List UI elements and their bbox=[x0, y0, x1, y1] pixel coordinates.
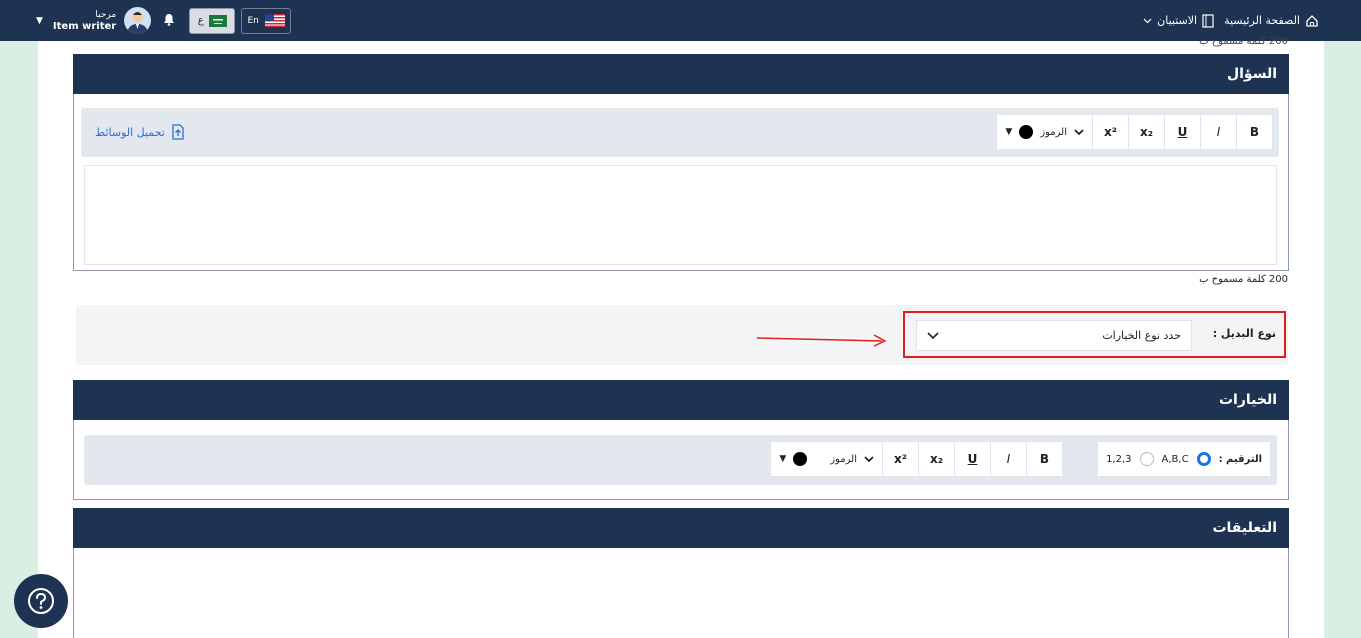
lang-ar-label: ع bbox=[197, 15, 204, 26]
color-symbols-group[interactable]: ▼ الرموز bbox=[997, 115, 1092, 149]
radio-abc[interactable] bbox=[1196, 452, 1211, 466]
superscript-button[interactable]: x² bbox=[1092, 115, 1128, 149]
lang-en-label: En bbox=[247, 15, 259, 26]
highlight-box: نوع البديل : حدد نوع الخيارات bbox=[903, 311, 1286, 358]
nav-survey[interactable]: الاستبيان bbox=[1143, 13, 1214, 28]
file-upload-icon bbox=[172, 124, 184, 140]
nav-home-label: الصفحة الرئيسية bbox=[1224, 14, 1300, 27]
user-greeting[interactable]: مرحبا Item writer bbox=[53, 10, 116, 32]
alternative-type-select[interactable]: حدد نوع الخيارات bbox=[916, 320, 1192, 351]
language-english-button[interactable]: En bbox=[241, 7, 292, 34]
comments-header: التعليقات bbox=[73, 508, 1289, 548]
language-arabic-button[interactable]: ع bbox=[189, 7, 236, 34]
avatar-icon bbox=[127, 11, 149, 34]
page-content: 200 كلمة مسموح ب السؤال B I U x₂ x² ▼ ال… bbox=[38, 36, 1324, 638]
subscript-button[interactable]: x₂ bbox=[918, 442, 954, 476]
choices-toolbar: الترقيم : A,B,C 1,2,3 B I U x₂ x² ▼ الرم… bbox=[84, 435, 1277, 485]
annotation-arrow-icon bbox=[756, 334, 887, 347]
symbols-label: الرموز bbox=[1040, 126, 1067, 138]
chevron-down-icon bbox=[927, 331, 939, 339]
user-menu-caret-icon[interactable]: ▼ bbox=[36, 16, 43, 26]
italic-button[interactable]: I bbox=[990, 442, 1026, 476]
comments-title: التعليقات bbox=[1212, 520, 1277, 536]
color-symbols-group[interactable]: ▼ الرموز bbox=[771, 442, 882, 476]
top-nav-bar: ▼ مرحبا Item writer ع En الصفحة الرئيسية… bbox=[0, 0, 1361, 41]
option-abc-label: A,B,C bbox=[1161, 453, 1189, 465]
color-caret-icon[interactable]: ▼ bbox=[779, 454, 786, 464]
chevron-down-icon[interactable] bbox=[1074, 128, 1084, 136]
numbering-label: الترقيم : bbox=[1218, 453, 1262, 465]
radio-123[interactable] bbox=[1139, 452, 1154, 466]
user-area: ▼ مرحبا Item writer ع En bbox=[36, 0, 292, 41]
upload-media-label: تحميل الوسائط bbox=[95, 125, 165, 139]
color-caret-icon[interactable]: ▼ bbox=[1005, 127, 1012, 137]
saudi-flag-icon bbox=[208, 14, 227, 27]
subscript-button[interactable]: x₂ bbox=[1128, 115, 1164, 149]
underline-button[interactable]: U bbox=[1164, 115, 1200, 149]
question-title: السؤال bbox=[1226, 66, 1277, 82]
bold-button[interactable]: B bbox=[1026, 442, 1062, 476]
bold-button[interactable]: B bbox=[1236, 115, 1272, 149]
underline-button[interactable]: U bbox=[954, 442, 990, 476]
chevron-down-icon[interactable] bbox=[864, 455, 874, 463]
choices-format-group: B I U x₂ x² ▼ الرموز bbox=[770, 441, 1063, 477]
username: Item writer bbox=[52, 20, 117, 32]
color-swatch-icon[interactable] bbox=[1019, 125, 1034, 139]
question-header: السؤال bbox=[73, 54, 1289, 94]
italic-button[interactable]: I bbox=[1200, 115, 1236, 149]
alternative-type-value: حدد نوع الخيارات bbox=[1102, 329, 1181, 342]
avatar[interactable] bbox=[124, 7, 152, 34]
book-icon bbox=[1202, 13, 1214, 28]
question-word-counter: 200 كلمة مسموح ب bbox=[1199, 274, 1288, 285]
breadcrumb: الصفحة الرئيسية الاستبيان bbox=[1133, 0, 1319, 41]
nav-home[interactable]: الصفحة الرئيسية bbox=[1224, 14, 1319, 28]
superscript-button[interactable]: x² bbox=[882, 442, 918, 476]
option-123-label: 1,2,3 bbox=[1106, 453, 1132, 465]
choices-title: الخيارات bbox=[1218, 392, 1277, 408]
color-swatch-icon[interactable] bbox=[793, 452, 808, 466]
question-editor[interactable] bbox=[84, 165, 1277, 265]
chevron-down-icon bbox=[1143, 18, 1152, 23]
upload-media-link[interactable]: تحميل الوسائط bbox=[95, 124, 185, 140]
symbols-label: الرموز bbox=[830, 453, 857, 465]
question-format-group: B I U x₂ x² ▼ الرموز bbox=[996, 114, 1273, 150]
home-icon bbox=[1306, 14, 1318, 27]
notification-bell-icon[interactable] bbox=[163, 13, 175, 29]
greeting-text: مرحبا bbox=[95, 9, 117, 20]
question-toolbar: B I U x₂ x² ▼ الرموز تحميل الوسائط bbox=[81, 108, 1279, 157]
numbering-group: الترقيم : A,B,C 1,2,3 bbox=[1097, 441, 1271, 477]
top-word-counter: 200 كلمة مسموح ب bbox=[1199, 36, 1288, 47]
choices-header: الخيارات bbox=[73, 380, 1289, 420]
alternative-type-label: نوع البديل : bbox=[1212, 327, 1276, 340]
help-button[interactable] bbox=[14, 574, 68, 628]
nav-survey-label: الاستبيان bbox=[1157, 14, 1198, 27]
question-mark-icon bbox=[28, 588, 54, 614]
us-flag-icon bbox=[264, 14, 285, 27]
